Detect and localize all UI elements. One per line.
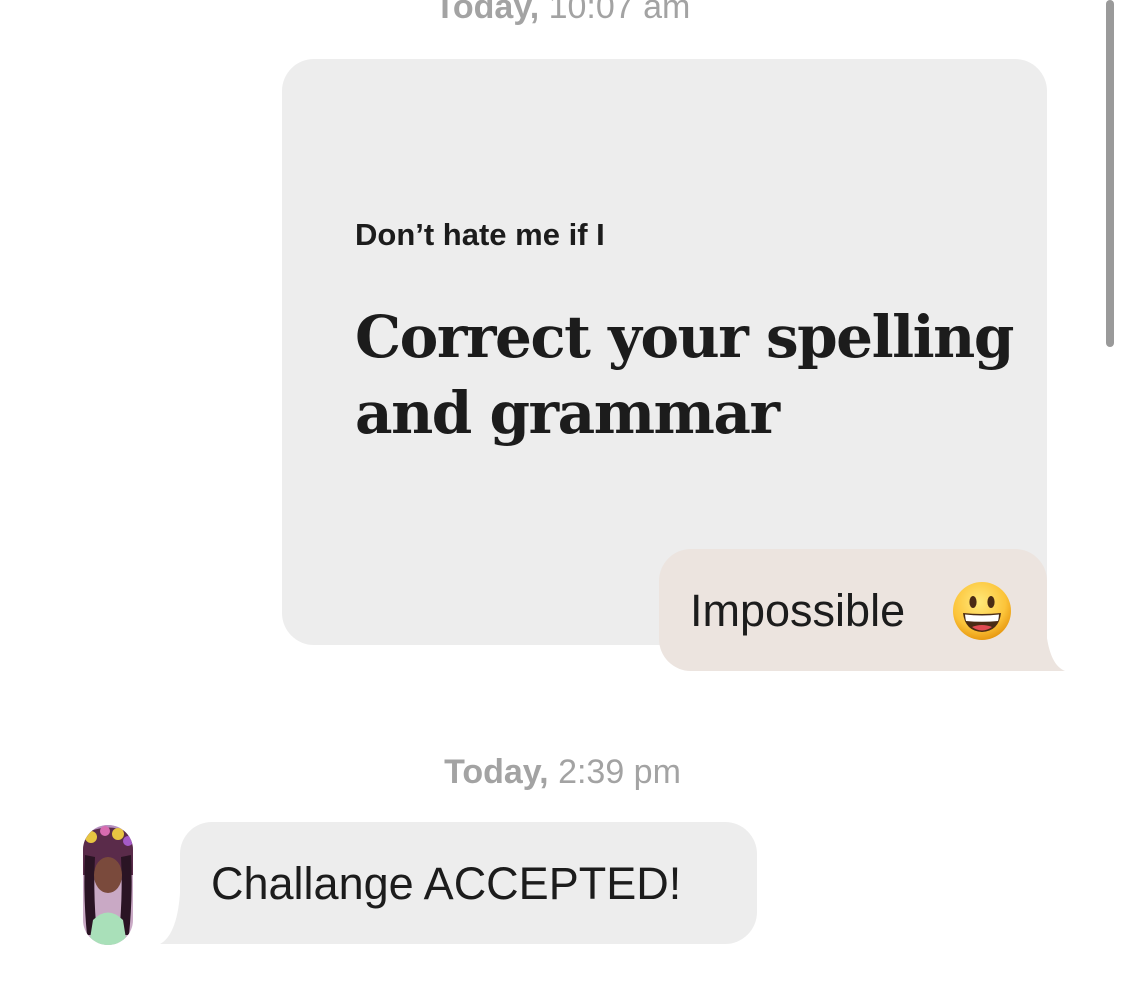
- timestamp-time: 2:39 pm: [558, 753, 681, 791]
- timestamp-day: Today,: [444, 753, 549, 791]
- timestamp-time: 10:07 am: [548, 0, 691, 26]
- sent-message-text: Impossible: [690, 585, 906, 636]
- timestamp-bottom: Today, 2:39 pm: [0, 753, 1125, 792]
- prompt-answer: Correct your spelling and grammar: [355, 303, 1014, 447]
- received-message-text: Challange ACCEPTED!: [211, 858, 682, 909]
- timestamp-top: Today, 10:07 am: [0, 0, 1125, 27]
- prompt-label: Don’t hate me if I: [355, 217, 605, 252]
- received-message-bubble[interactable]: Challange ACCEPTED!: [180, 822, 757, 944]
- timestamp-day: Today,: [434, 0, 540, 26]
- avatar[interactable]: [83, 825, 133, 945]
- sent-message-bubble[interactable]: Impossible: [659, 549, 1047, 671]
- profile-photo-icon: [83, 825, 133, 945]
- scrollbar[interactable]: [1106, 0, 1114, 347]
- grinning-face-emoji-icon: [953, 582, 1011, 640]
